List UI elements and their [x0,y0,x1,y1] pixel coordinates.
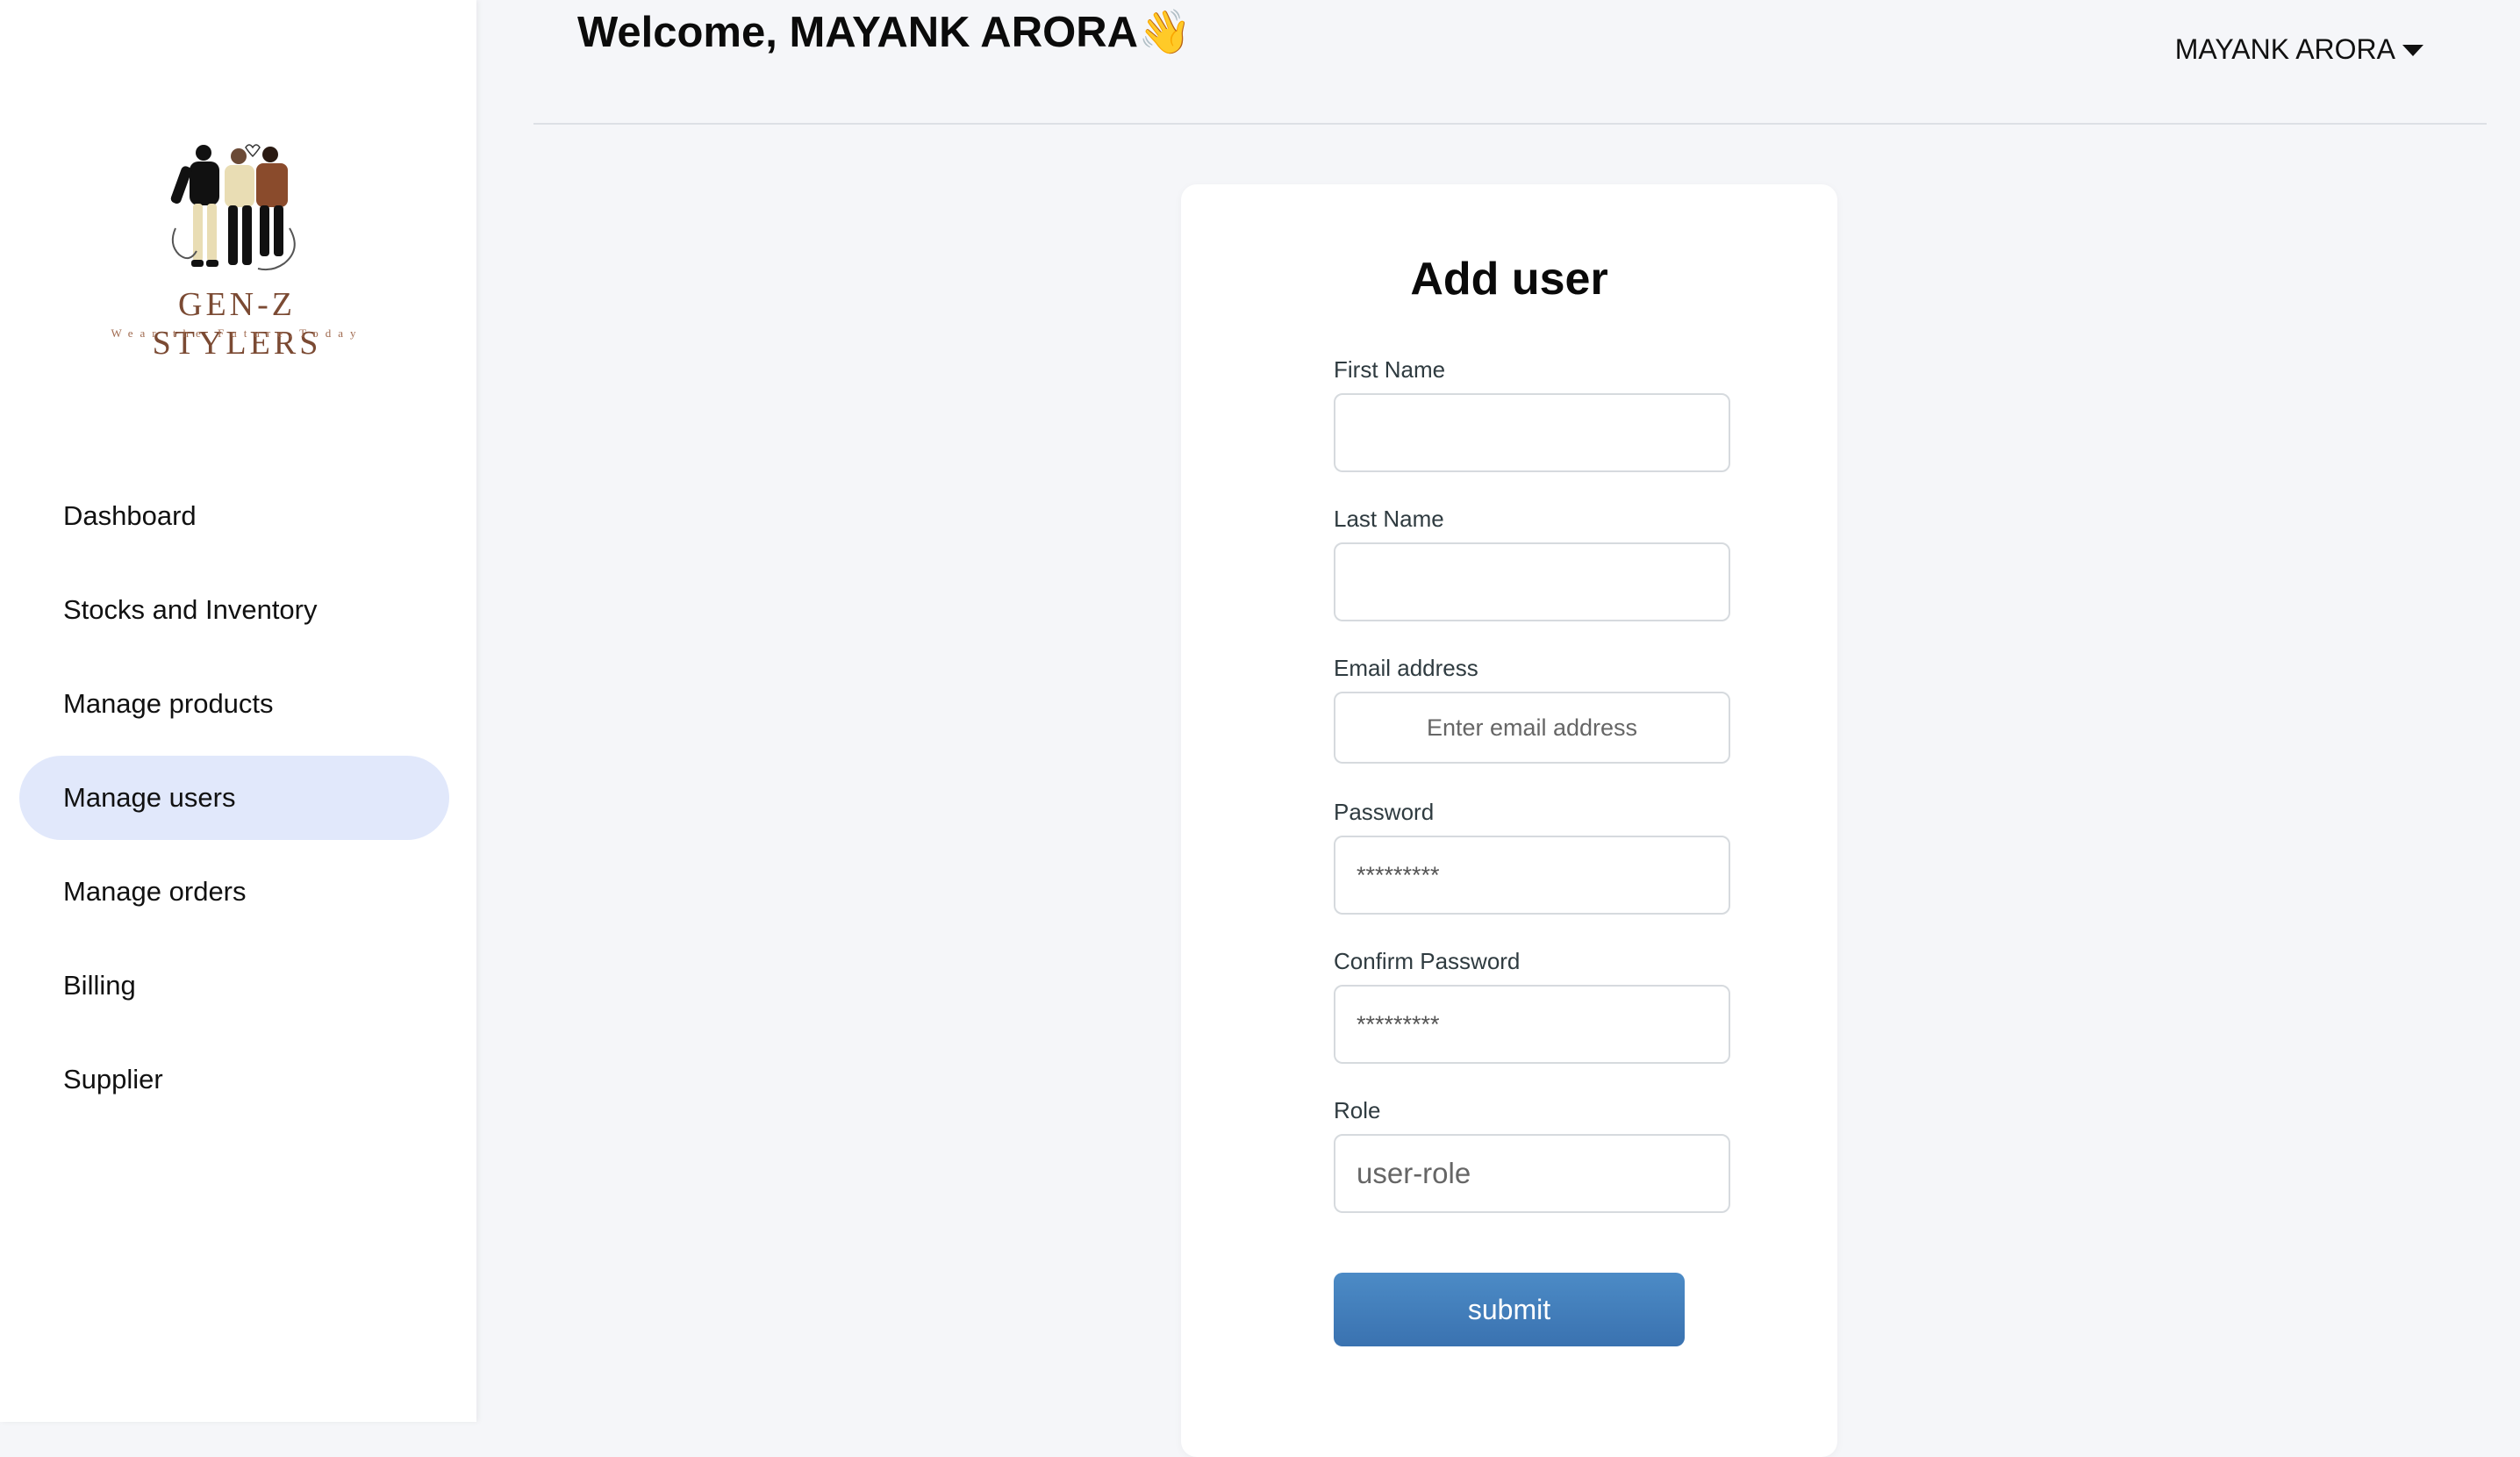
caret-down-icon [2402,45,2423,56]
email-placeholder: Enter email address [1426,714,1638,741]
brand-name: GEN-Z STYLERS [152,286,322,362]
sidebar-item-manage-orders[interactable]: Manage orders [19,850,449,934]
add-user-form-card: Add user First Name Last Name Email addr… [1181,184,1837,1457]
role-input[interactable]: user-role [1334,1134,1730,1213]
first-name-input[interactable] [1334,393,1730,472]
password-input[interactable]: ********* [1334,836,1730,915]
sidebar-item-manage-users[interactable]: Manage users [19,756,449,840]
user-menu-label: MAYANK ARORA [2174,33,2395,65]
email-input[interactable]: Enter email address [1334,692,1730,764]
email-label: Email address [1334,655,1478,681]
sidebar: GEN-Z STYLERS Wear the Future,Today Dash… [0,0,476,1422]
sidebar-item-supplier[interactable]: Supplier [19,1037,449,1122]
confirm-password-input[interactable]: ********* [1334,985,1730,1064]
role-placeholder: user-role [1357,1157,1471,1189]
user-menu-dropdown[interactable]: MAYANK ARORA [2175,33,2423,66]
page-welcome-heading: Welcome, MAYANK ARORA👋 [577,9,1192,56]
brand-tagline: Wear the Future,Today [111,327,363,340]
sidebar-item-dashboard[interactable]: Dashboard [19,474,449,558]
sidebar-item-billing[interactable]: Billing [19,944,449,1028]
form-title: Add user [1410,254,1608,305]
first-name-label: First Name [1334,356,1446,383]
logo-figures-icon [170,144,296,271]
submit-button[interactable]: submit [1334,1273,1685,1346]
header-divider [533,123,2487,125]
confirm-password-value: ********* [1357,1010,1440,1037]
last-name-label: Last Name [1334,506,1444,532]
sidebar-nav: Dashboard Stocks and Inventory Manage pr… [19,474,449,1131]
confirm-password-label: Confirm Password [1334,948,1521,974]
brand-logo[interactable]: GEN-Z STYLERS Wear the Future,Today [88,140,386,362]
last-name-input[interactable] [1334,542,1730,621]
password-label: Password [1334,799,1435,825]
sidebar-item-manage-products[interactable]: Manage products [19,662,449,746]
role-label: Role [1334,1097,1381,1123]
password-value: ********* [1357,861,1440,888]
sidebar-item-stocks-and-inventory[interactable]: Stocks and Inventory [19,568,449,652]
